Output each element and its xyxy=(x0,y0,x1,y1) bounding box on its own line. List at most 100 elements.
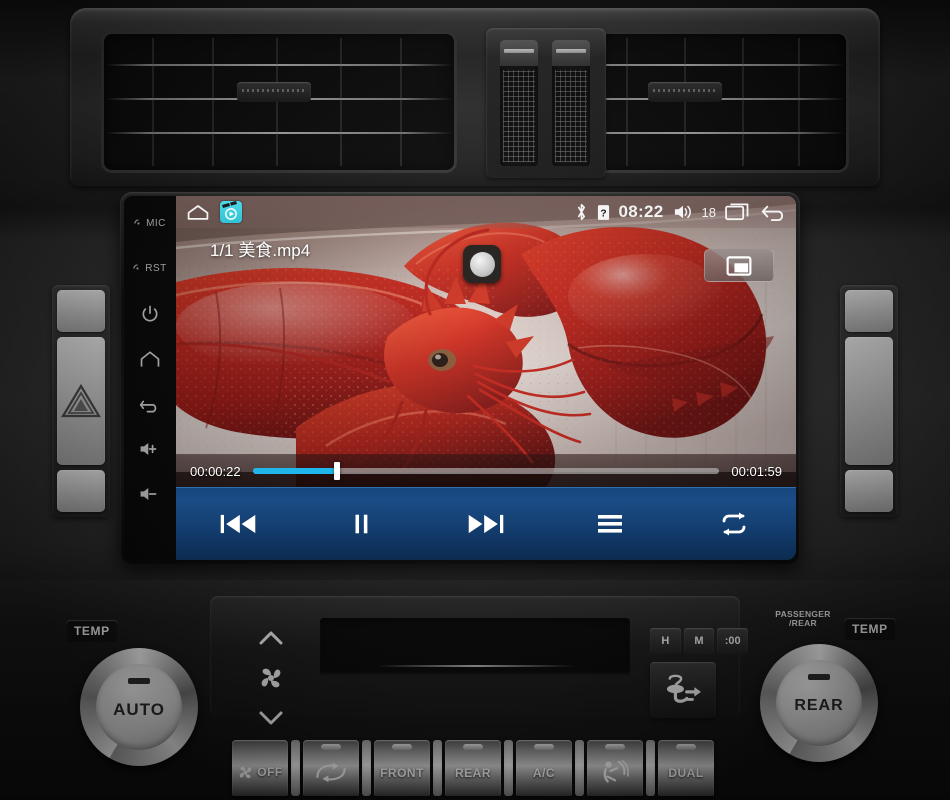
bluetooth-icon xyxy=(575,202,588,222)
fan-icon xyxy=(240,766,252,778)
air-vent-left[interactable] xyxy=(104,34,454,170)
left-knob-marker xyxy=(128,678,150,684)
mode-button[interactable] xyxy=(587,740,643,796)
video-title: 1/1 美食.mp4 xyxy=(210,241,311,260)
hazard-light-button[interactable] xyxy=(57,337,105,465)
mic-indicator-icon xyxy=(134,219,140,225)
right-knob-label: REAR xyxy=(794,697,844,714)
power-icon xyxy=(142,305,158,321)
clock-button-row: H M :00 xyxy=(650,628,749,654)
volume-up-icon xyxy=(140,442,157,455)
volume-down-key[interactable] xyxy=(124,472,176,515)
strip-divider-4 xyxy=(504,740,513,796)
home-outline-icon[interactable] xyxy=(186,203,210,221)
back-key[interactable] xyxy=(124,382,176,425)
cd-slot[interactable] xyxy=(320,618,630,676)
seek-bar-fill xyxy=(252,468,337,474)
reset-indicator-icon xyxy=(133,264,139,270)
playlist-icon xyxy=(598,515,622,533)
recirculate-icon xyxy=(316,762,346,783)
picture-in-picture-button[interactable] xyxy=(704,249,774,282)
right-knob-marker xyxy=(808,674,830,680)
volume-level: 18 xyxy=(701,204,716,220)
vent-right-knob[interactable] xyxy=(647,82,722,102)
current-time-label: 00:00:22 xyxy=(190,463,241,479)
hvac-button-strip: OFF FRONT REAR A/C DUAL xyxy=(232,740,714,796)
right-blank-button-mid[interactable] xyxy=(845,337,893,465)
fan-indicator-icon xyxy=(257,664,285,692)
dual-button[interactable]: DUAL xyxy=(658,740,714,796)
hazard-triangle-icon xyxy=(61,383,101,418)
player-control-bar xyxy=(176,487,796,560)
previous-button[interactable] xyxy=(199,499,277,549)
volume-down-icon xyxy=(140,487,157,500)
right-side-button-panel xyxy=(840,285,898,517)
center-vent-stack xyxy=(486,28,606,178)
left-blank-button-top[interactable] xyxy=(57,290,105,332)
skip-previous-icon xyxy=(220,514,256,534)
right-blank-button-bottom[interactable] xyxy=(845,470,893,512)
seek-bar-thumb[interactable] xyxy=(333,462,340,480)
fan-off-label: OFF xyxy=(257,765,283,779)
clock-hour-button[interactable]: H xyxy=(650,628,681,654)
seek-bar[interactable] xyxy=(252,462,720,480)
left-temp-label: TEMP xyxy=(66,620,118,642)
chevron-up-icon xyxy=(259,631,283,645)
back-arrow-icon xyxy=(139,400,157,412)
repeat-button[interactable] xyxy=(695,499,773,549)
volume-icon[interactable] xyxy=(673,203,693,221)
passenger-rear-label: PASSENGER/REAR xyxy=(775,609,831,628)
next-button[interactable] xyxy=(447,499,525,549)
fan-up-button[interactable] xyxy=(258,630,284,646)
vent-panel xyxy=(70,8,880,186)
home-icon xyxy=(140,350,160,367)
clock-minute-button[interactable]: M xyxy=(683,628,715,654)
clock-reset-button[interactable]: :00 xyxy=(717,628,749,654)
ac-button[interactable]: A/C xyxy=(516,740,572,796)
fan-speed-cluster xyxy=(248,630,294,726)
hardware-key-column: MIC RST xyxy=(124,196,176,560)
strip-divider-6 xyxy=(646,740,655,796)
dual-label: DUAL xyxy=(668,765,704,780)
fan-off-button[interactable]: OFF xyxy=(232,740,288,796)
recirculation-button[interactable] xyxy=(303,740,359,796)
fan-icon xyxy=(261,668,281,688)
home-key[interactable] xyxy=(124,337,176,380)
right-blank-button-top[interactable] xyxy=(845,290,893,332)
rear-defrost-button[interactable]: REAR xyxy=(445,740,501,796)
ac-label: A/C xyxy=(532,765,556,780)
pause-button[interactable] xyxy=(323,499,401,549)
left-knob-label: AUTO xyxy=(113,700,165,719)
right-temp-label: TEMP xyxy=(844,618,896,640)
airflow-mode-button[interactable] xyxy=(650,662,716,718)
strip-divider-2 xyxy=(362,740,371,796)
video-app-icon[interactable] xyxy=(220,201,242,223)
reset-key[interactable]: RST xyxy=(124,247,176,290)
head-unit: MIC RST ? 08:22 18 1/1 美食.mp4 00:00:22 0… xyxy=(124,196,796,560)
vent-left-knob[interactable] xyxy=(237,82,311,102)
sim-card-icon: ? xyxy=(597,204,610,221)
strip-divider-5 xyxy=(575,740,584,796)
rear-defrost-label: REAR xyxy=(454,765,491,780)
power-key[interactable] xyxy=(124,292,176,335)
volume-up-key[interactable] xyxy=(124,427,176,470)
playlist-button[interactable] xyxy=(571,499,649,549)
status-clock: 08:22 xyxy=(618,202,664,221)
defrost-airflow-icon xyxy=(666,674,701,703)
center-grille-right xyxy=(552,40,590,166)
strip-divider-3 xyxy=(433,740,442,796)
status-back-icon[interactable] xyxy=(761,202,788,222)
camera-lens xyxy=(463,245,501,283)
center-grille-left xyxy=(500,40,538,166)
front-defrost-button[interactable]: FRONT xyxy=(374,740,430,796)
pause-icon xyxy=(355,514,368,534)
progress-row: 00:00:22 00:01:59 xyxy=(176,455,796,487)
left-blank-button-bottom[interactable] xyxy=(57,470,105,512)
repeat-icon xyxy=(722,512,746,536)
left-temp-knob[interactable]: AUTO xyxy=(80,648,198,766)
head-unit-bezel: MIC RST ? 08:22 18 1/1 美食.mp4 00:00:22 0… xyxy=(120,192,800,564)
recent-apps-icon[interactable] xyxy=(725,202,752,222)
right-rear-knob[interactable]: REAR xyxy=(760,644,878,762)
mic-key[interactable]: MIC xyxy=(124,202,176,245)
fan-down-button[interactable] xyxy=(258,710,284,726)
